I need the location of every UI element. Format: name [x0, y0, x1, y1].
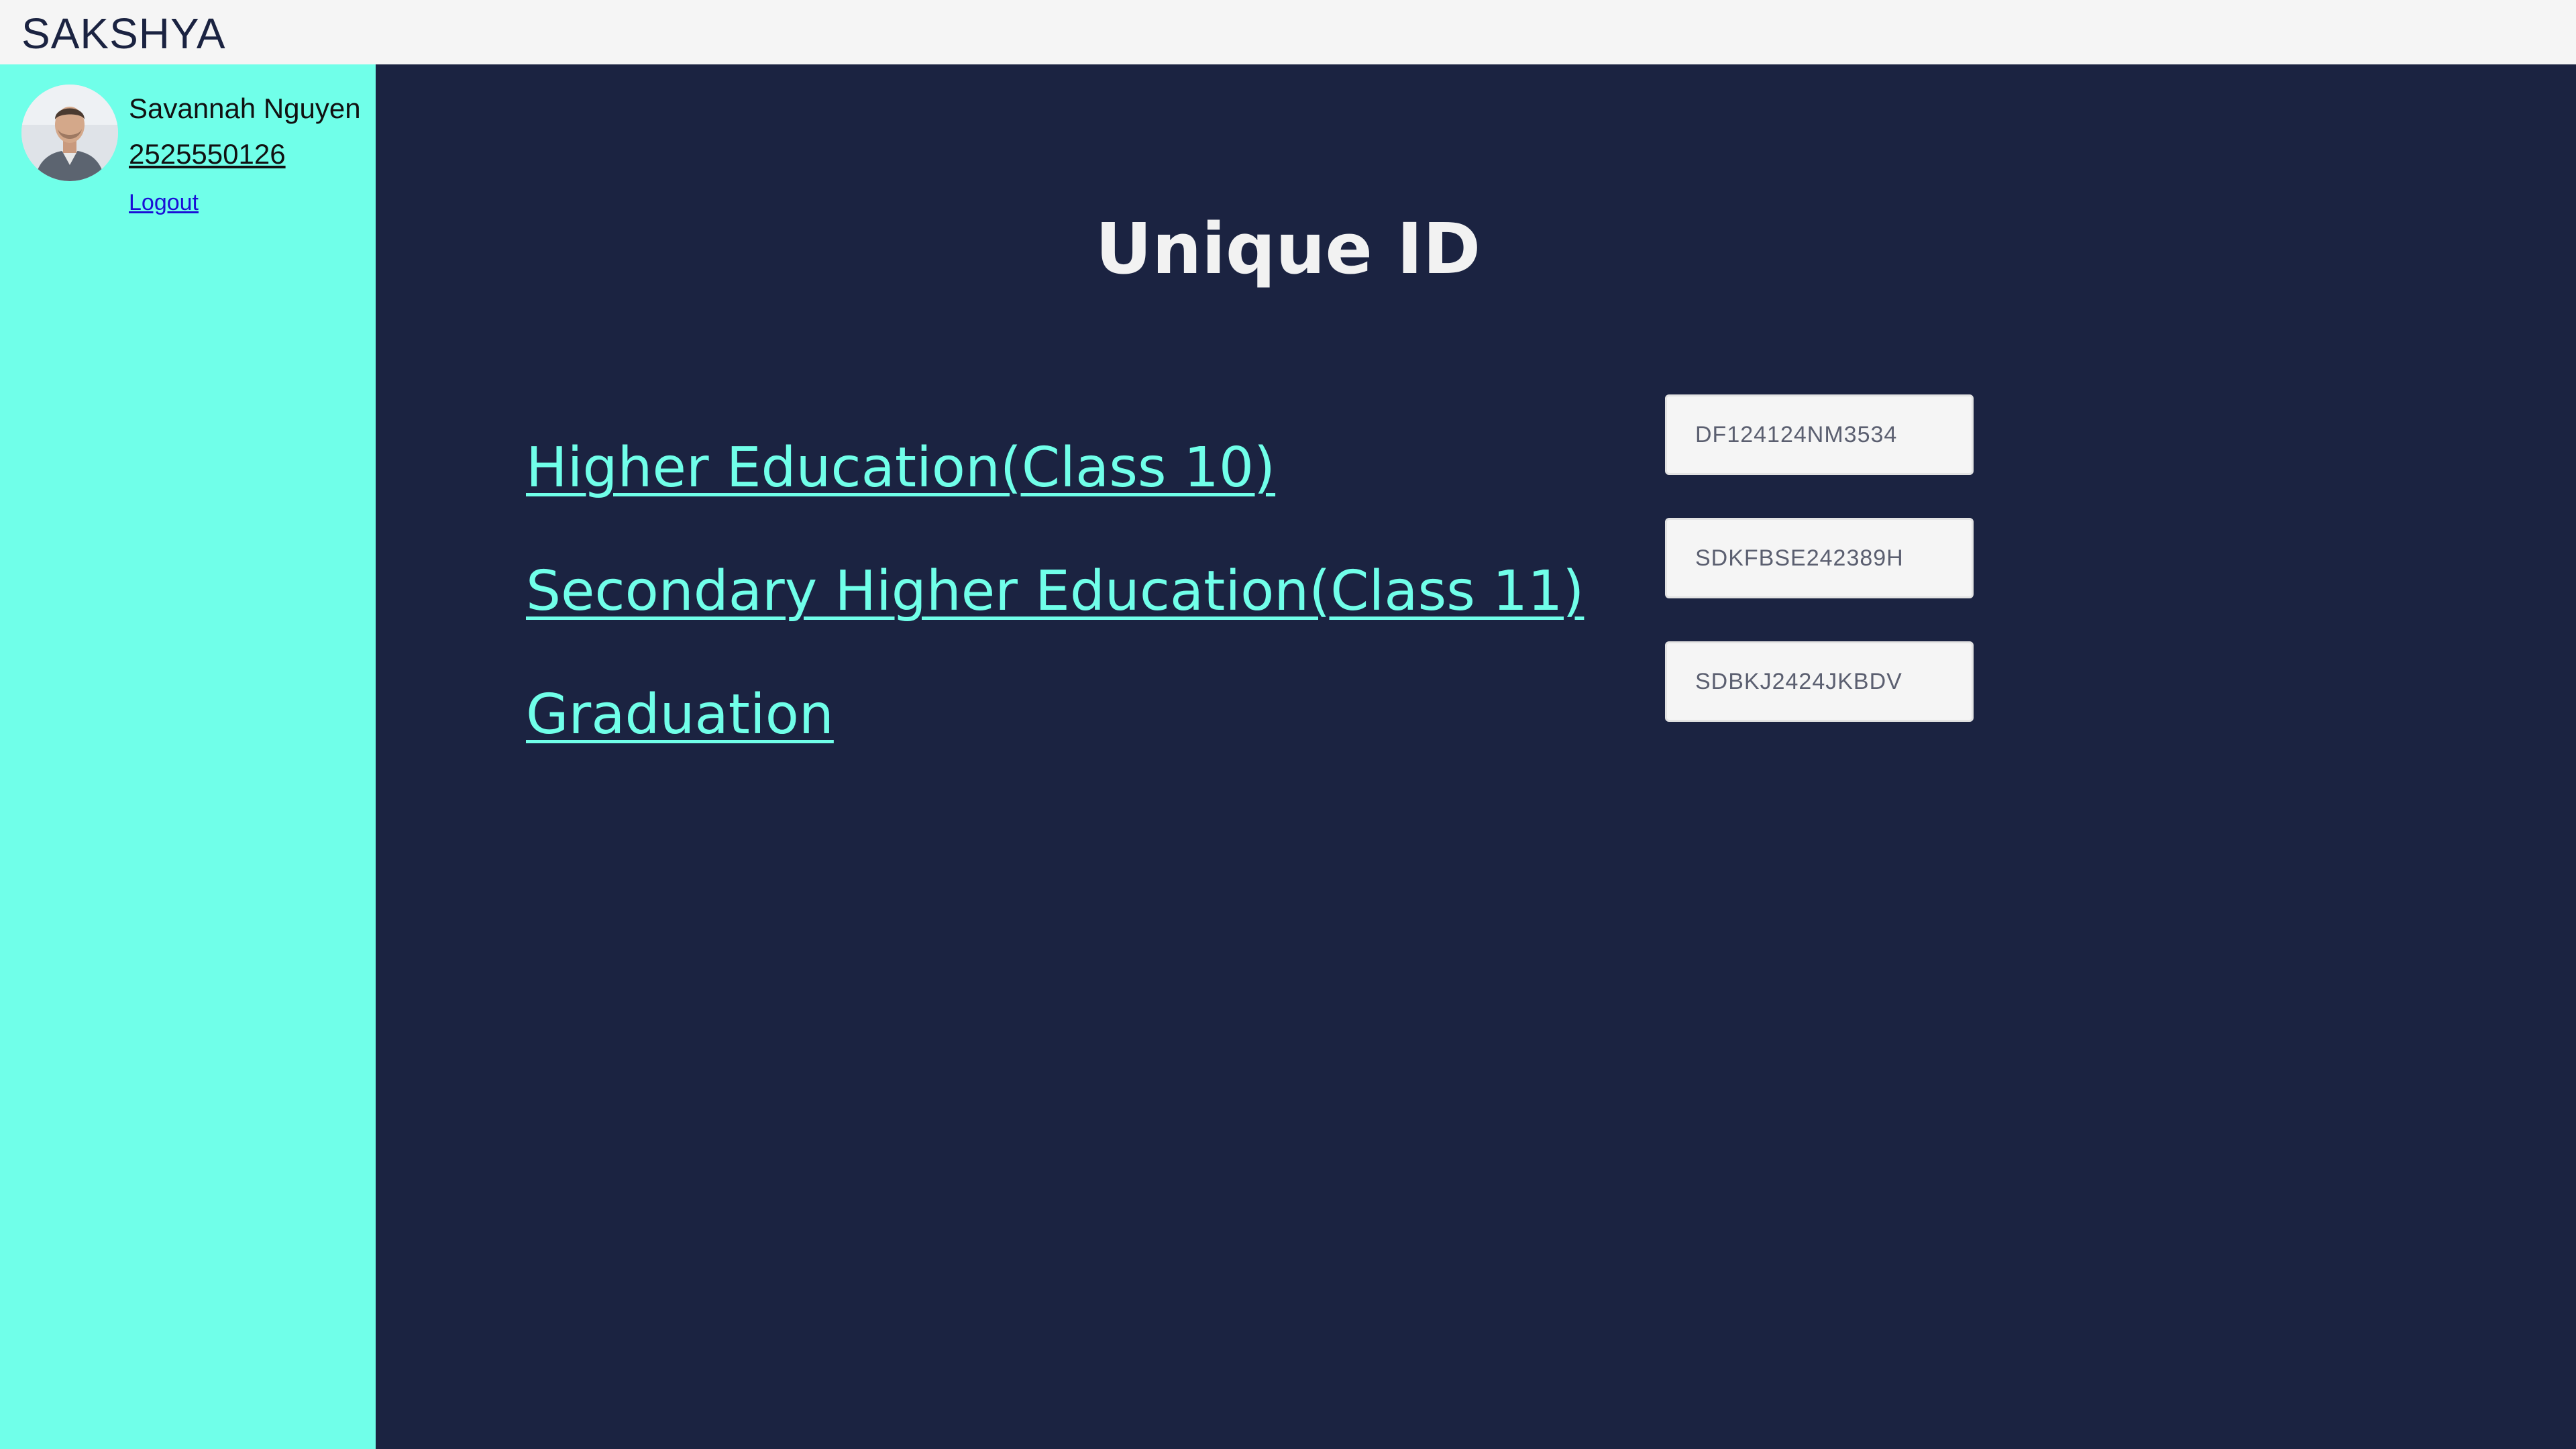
sidebar: Savannah Nguyen 2525550126 Logout [0, 64, 376, 1449]
page-title: Unique ID [1095, 208, 1481, 290]
unique-id-field-graduation[interactable]: SDBKJ2424JKBDV [1665, 641, 1974, 722]
user-avatar-icon [21, 85, 118, 181]
unique-id-field-class-11[interactable]: SDKFBSE242389H [1665, 518, 1974, 598]
user-phone-link[interactable]: 2525550126 [129, 137, 286, 172]
link-higher-education-class-10[interactable]: Higher Education(Class 10) [526, 435, 1275, 502]
link-graduation[interactable]: Graduation [526, 682, 834, 749]
link-secondary-higher-education-class-11[interactable]: Secondary Higher Education(Class 11) [526, 558, 1584, 625]
brand-logo: SAKSHYA [21, 9, 226, 58]
main-content: Unique ID Higher Education(Class 10) DF1… [376, 64, 2576, 1449]
top-header: SAKSHYA [0, 0, 2576, 64]
logout-link[interactable]: Logout [129, 189, 199, 216]
unique-id-field-class-10[interactable]: DF124124NM3534 [1665, 394, 1974, 475]
user-name: Savannah Nguyen [129, 93, 361, 124]
